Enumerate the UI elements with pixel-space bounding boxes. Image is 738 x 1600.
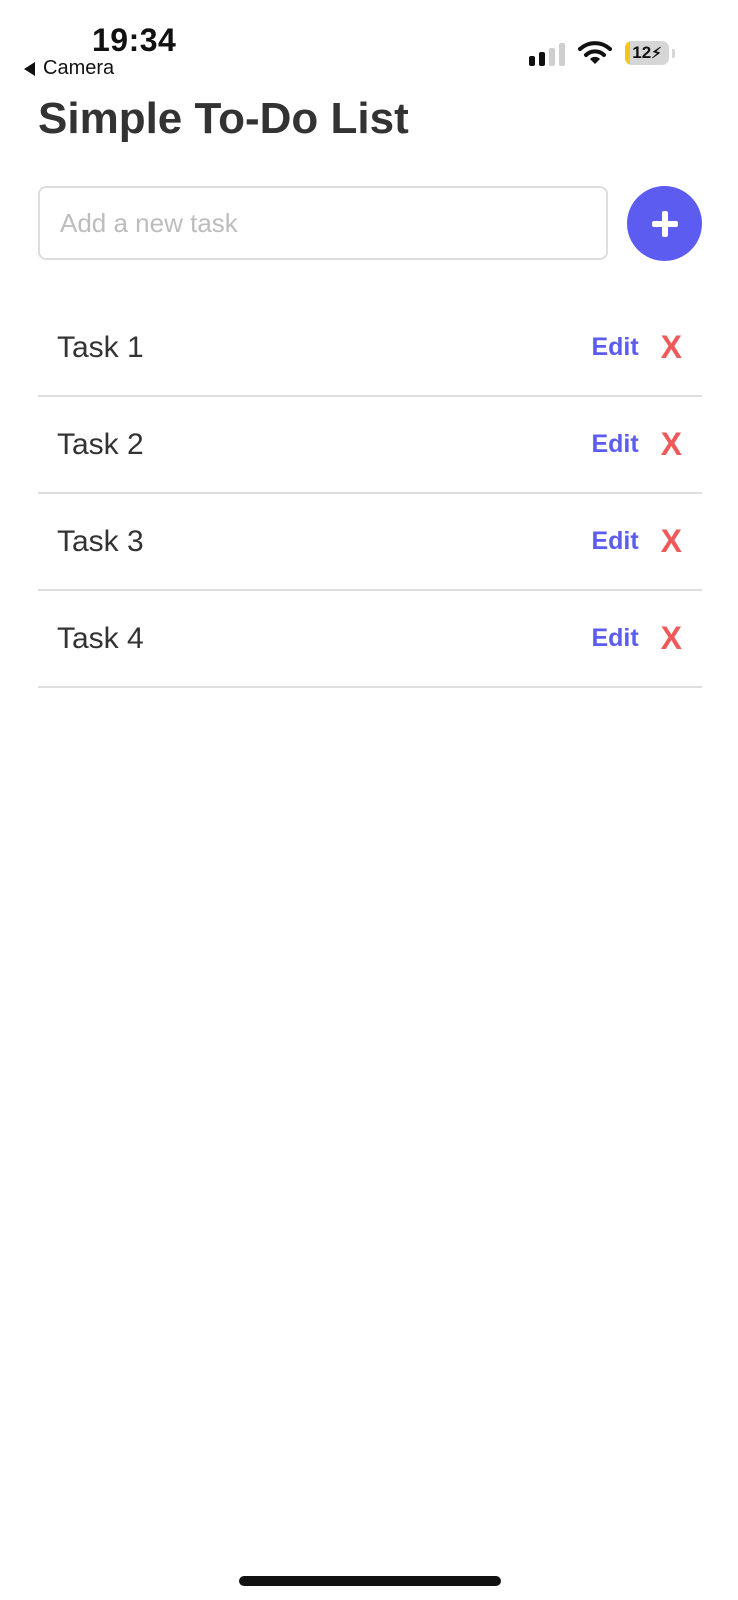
task-label: Task 3 xyxy=(57,524,144,558)
task-list: Task 1 Edit X Task 2 Edit X Task 3 Edit … xyxy=(38,300,702,688)
battery-cap xyxy=(672,49,675,58)
edit-task-button[interactable]: Edit xyxy=(591,430,638,459)
task-row: Task 4 Edit X xyxy=(38,591,702,688)
back-to-camera-button[interactable]: Camera xyxy=(24,57,114,80)
delete-task-button[interactable]: X xyxy=(661,426,682,463)
home-indicator[interactable] xyxy=(239,1576,501,1586)
new-task-input[interactable] xyxy=(38,186,608,260)
delete-task-button[interactable]: X xyxy=(661,329,682,366)
add-task-button[interactable] xyxy=(627,186,702,261)
edit-task-button[interactable]: Edit xyxy=(591,333,638,362)
charging-bolt-icon: ⚡︎ xyxy=(651,45,662,62)
wifi-icon xyxy=(578,41,612,64)
delete-task-button[interactable]: X xyxy=(661,620,682,657)
task-label: Task 2 xyxy=(57,427,144,461)
back-label: Camera xyxy=(43,57,115,79)
back-arrow-icon xyxy=(24,61,35,76)
edit-task-button[interactable]: Edit xyxy=(591,527,638,556)
task-row: Task 1 Edit X xyxy=(38,300,702,397)
delete-task-button[interactable]: X xyxy=(661,523,682,560)
edit-task-button[interactable]: Edit xyxy=(591,624,638,653)
task-row: Task 3 Edit X xyxy=(38,494,702,591)
battery-level: 12 xyxy=(632,43,652,62)
task-row: Task 2 Edit X xyxy=(38,397,702,494)
page-title: Simple To-Do List xyxy=(38,94,409,143)
plus-icon xyxy=(651,210,678,237)
cellular-signal-icon xyxy=(529,42,565,66)
status-time: 19:34 xyxy=(92,22,177,58)
task-label: Task 1 xyxy=(57,330,144,364)
task-label: Task 4 xyxy=(57,621,144,655)
battery-charging-icon: 12 ⚡︎ xyxy=(625,41,669,65)
